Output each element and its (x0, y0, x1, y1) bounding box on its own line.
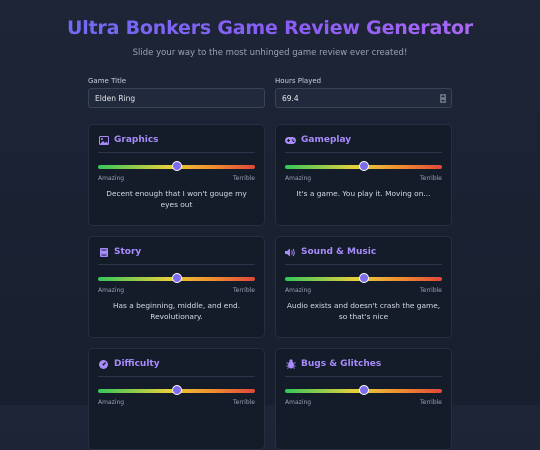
slider-min-label: Amazing (285, 287, 312, 294)
slider-min-label: Amazing (98, 175, 125, 182)
divider (98, 152, 255, 153)
verdict-text: Audio exists and doesn't crash the game,… (286, 301, 441, 321)
rating-slider[interactable] (285, 273, 442, 283)
gamepad-icon (285, 135, 296, 145)
rating-slider[interactable] (98, 385, 255, 395)
hours-played-value: 69.4 (282, 93, 299, 103)
divider (98, 264, 255, 265)
card-title: Graphics (114, 135, 159, 145)
card-title: Bugs & Glitches (301, 359, 382, 369)
verdict-text: It's a game. You play it. Moving on... (296, 189, 431, 198)
page-subtitle: Slide your way to the most unhinged game… (132, 48, 408, 58)
divider (285, 264, 442, 265)
gauge-icon (98, 359, 109, 369)
card-difficulty: Difficulty Amazing Terrible (88, 348, 265, 450)
card-gameplay: Gameplay Amazing Terrible It's a game. Y… (275, 124, 452, 226)
image-icon (98, 135, 109, 145)
card-title: Gameplay (301, 135, 352, 145)
rating-slider[interactable] (285, 161, 442, 171)
verdict-text: Decent enough that I won't gouge my eyes… (106, 189, 247, 209)
number-stepper-icon[interactable] (440, 94, 446, 103)
slider-min-label: Amazing (98, 287, 125, 294)
card-graphics: Graphics Amazing Terrible Decent enough … (88, 124, 265, 226)
game-title-label: Game Title (88, 77, 127, 85)
divider (285, 152, 442, 153)
divider (98, 376, 255, 377)
card-title: Difficulty (114, 359, 160, 369)
slider-thumb[interactable] (358, 273, 369, 283)
slider-thumb[interactable] (358, 161, 369, 171)
bug-icon (285, 359, 296, 369)
card-title: Sound & Music (301, 247, 377, 257)
rating-slider[interactable] (285, 385, 442, 395)
hours-played-input[interactable]: 69.4 (275, 88, 452, 108)
book-icon (98, 247, 109, 257)
slider-max-label: Terrible (420, 175, 442, 182)
divider (285, 376, 442, 377)
slider-thumb[interactable] (171, 385, 182, 395)
slider-min-label: Amazing (285, 175, 312, 182)
volume-icon (285, 247, 296, 257)
slider-thumb[interactable] (171, 161, 182, 171)
slider-max-label: Terrible (233, 175, 255, 182)
slider-thumb[interactable] (358, 385, 369, 395)
card-sound-music: Sound & Music Amazing Terrible Audio exi… (275, 236, 452, 338)
game-title-value: Elden Ring (95, 93, 136, 103)
page-title: Ultra Bonkers Game Review Generator (0, 17, 540, 39)
card-title: Story (114, 247, 142, 257)
slider-thumb[interactable] (171, 273, 182, 283)
rating-slider[interactable] (98, 273, 255, 283)
rating-slider[interactable] (98, 161, 255, 171)
hours-played-label: Hours Played (275, 77, 322, 85)
game-title-input[interactable]: Elden Ring (88, 88, 265, 108)
verdict-text: Has a beginning, middle, and end. Revolu… (112, 301, 241, 321)
slider-max-label: Terrible (233, 287, 255, 294)
card-story: Story Amazing Terrible Has a beginning, … (88, 236, 265, 338)
card-bugs-glitches: Bugs & Glitches Amazing Terrible (275, 348, 452, 450)
slider-max-label: Terrible (420, 287, 442, 294)
